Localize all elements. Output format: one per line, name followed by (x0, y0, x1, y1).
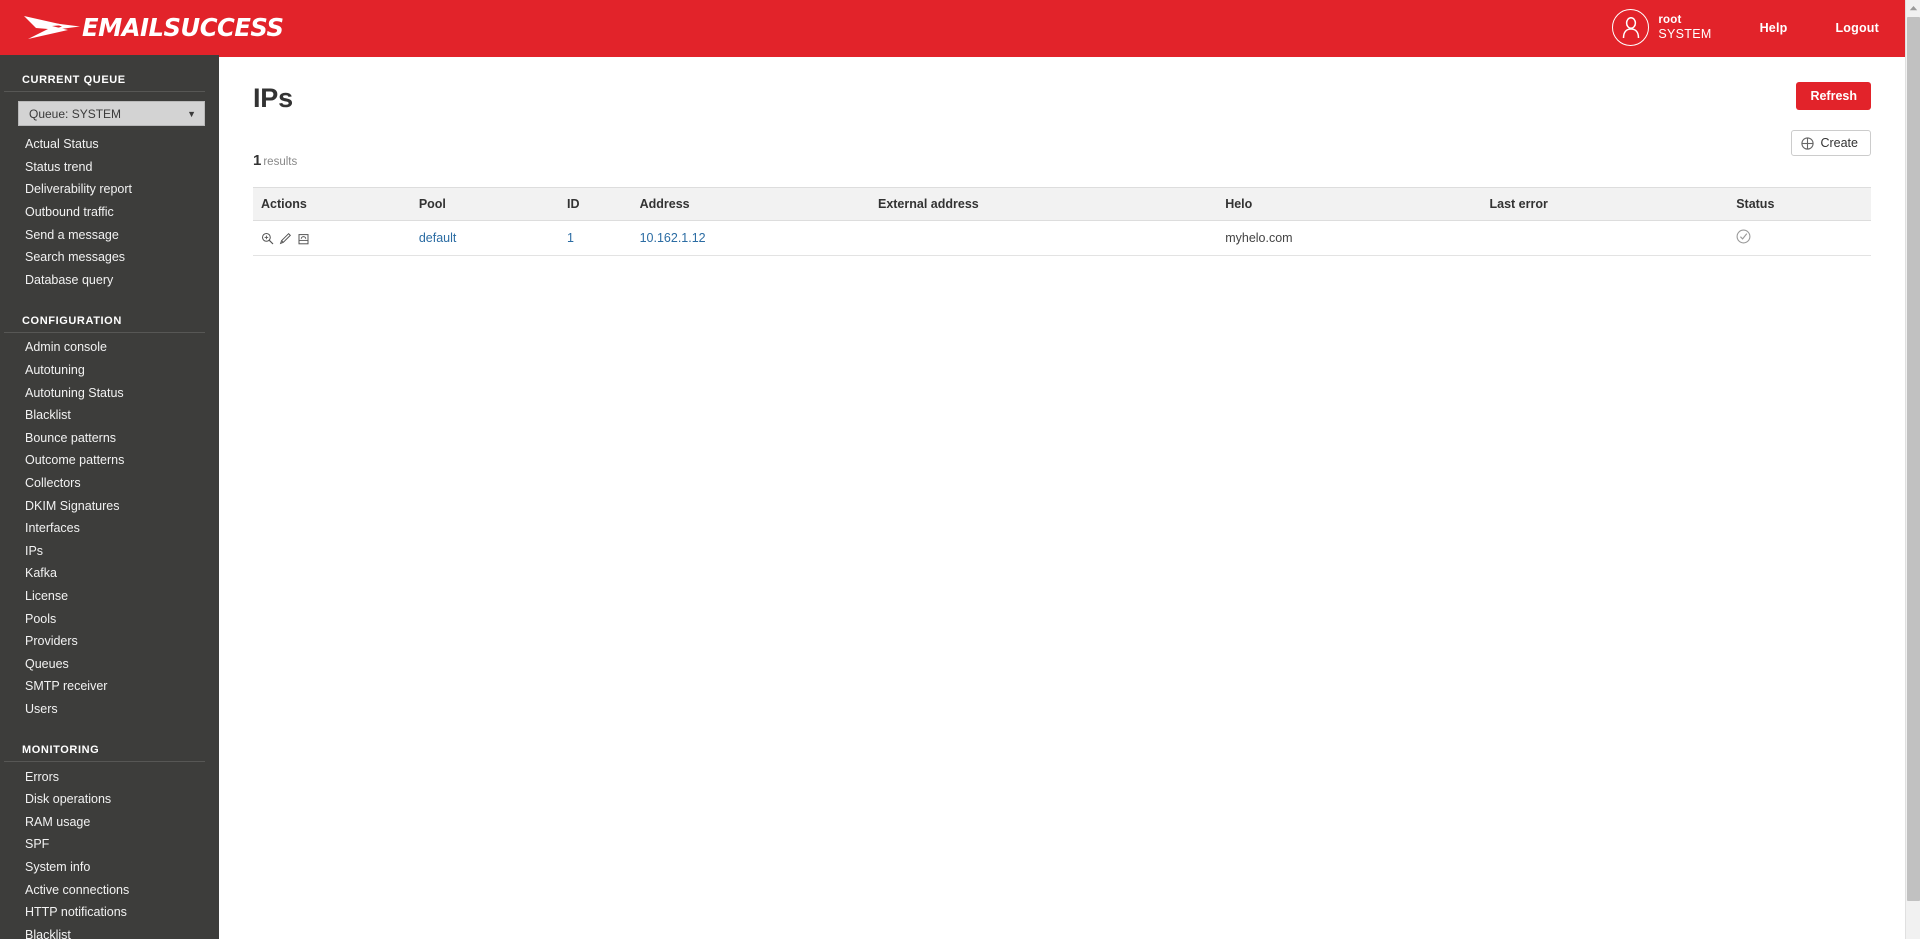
page-title: IPs (253, 83, 293, 113)
sidebar-item-dkim-signatures[interactable]: DKIM Signatures (0, 494, 219, 517)
sidebar-item-blacklist-monitoring[interactable]: Blacklist (0, 923, 219, 939)
sidebar-item-actual-status[interactable]: Actual Status (0, 133, 219, 156)
user-block[interactable]: root SYSTEM (1612, 9, 1711, 46)
sidebar-section-title-monitoring: MONITORING (4, 744, 205, 763)
table-body: default 1 10.162.1.12 myhelo.com (253, 220, 1871, 256)
help-link[interactable]: Help (1760, 21, 1788, 35)
top-header-bar: EMAILSUCCESS root SYSTEM Help Logout (0, 0, 1905, 55)
ips-table: Actions Pool ID Address External address… (253, 187, 1871, 256)
address-link[interactable]: 10.162.1.12 (640, 231, 706, 245)
pool-link[interactable]: default (419, 231, 457, 245)
brand-logo-text: EMAILSUCCESS (82, 13, 284, 42)
cell-address: 10.162.1.12 (639, 220, 878, 256)
cell-last-error (1489, 220, 1737, 256)
table-head: Actions Pool ID Address External address… (253, 187, 1871, 221)
sidebar-item-send-a-message[interactable]: Send a message (0, 223, 219, 246)
scrollbar-thumb[interactable] (1907, 17, 1920, 901)
column-header-id: ID (567, 187, 640, 221)
table-header-row: Actions Pool ID Address External address… (253, 187, 1871, 221)
sidebar-item-outbound-traffic[interactable]: Outbound traffic (0, 201, 219, 224)
user-silhouette-icon (1622, 17, 1640, 39)
sidebar-item-interfaces[interactable]: Interfaces (0, 517, 219, 540)
sidebar-item-errors[interactable]: Errors (0, 765, 219, 788)
page-scrollbar[interactable] (1905, 0, 1920, 939)
table-row: default 1 10.162.1.12 myhelo.com (253, 220, 1871, 256)
sidebar-item-kafka[interactable]: Kafka (0, 562, 219, 585)
id-link[interactable]: 1 (567, 231, 574, 245)
scroll-up-arrow-icon[interactable] (1906, 0, 1920, 16)
sidebar-item-autotuning[interactable]: Autotuning (0, 359, 219, 382)
cell-pool: default (418, 220, 568, 256)
sidebar-section-title-configuration: CONFIGURATION (4, 315, 205, 334)
sidebar-item-spf[interactable]: SPF (0, 833, 219, 856)
cell-external-address (877, 220, 1226, 256)
avatar (1612, 9, 1650, 46)
column-header-helo: Helo (1225, 187, 1490, 221)
queue-select[interactable]: Queue: SYSTEM ▼ (18, 101, 205, 126)
column-header-address: Address (639, 187, 878, 221)
arrow-swoosh-icon (24, 15, 80, 39)
brand-logo[interactable]: EMAILSUCCESS (22, 11, 290, 45)
results-count: 1 (253, 152, 262, 169)
sidebar-item-deliverability-report[interactable]: Deliverability report (0, 178, 219, 201)
sidebar-item-outcome-patterns[interactable]: Outcome patterns (0, 449, 219, 472)
cell-id: 1 (567, 220, 640, 256)
sidebar-item-queues[interactable]: Queues (0, 652, 219, 675)
user-realm: SYSTEM (1658, 26, 1712, 41)
sidebar-item-system-info[interactable]: System info (0, 856, 219, 879)
cell-helo: myhelo.com (1225, 220, 1490, 256)
chevron-down-icon: ▼ (187, 108, 196, 119)
queue-select-value: Queue: SYSTEM (29, 106, 122, 121)
sidebar: CURRENT QUEUE Queue: SYSTEM ▼ Actual Sta… (0, 55, 219, 939)
sidebar-item-providers[interactable]: Providers (0, 630, 219, 653)
sidebar-item-database-query[interactable]: Database query (0, 269, 219, 292)
sidebar-group-current-queue: Actual Status Status trend Deliverabilit… (0, 130, 219, 291)
edit-icon[interactable] (279, 232, 292, 245)
column-header-pool: Pool (418, 187, 568, 221)
sidebar-item-ram-usage[interactable]: RAM usage (0, 810, 219, 833)
column-header-external-address: External address (877, 187, 1226, 221)
sidebar-group-configuration: Admin console Autotuning Autotuning Stat… (0, 333, 219, 720)
sidebar-item-disk-operations[interactable]: Disk operations (0, 788, 219, 811)
sidebar-item-bounce-patterns[interactable]: Bounce patterns (0, 427, 219, 450)
sidebar-item-blacklist-config[interactable]: Blacklist (0, 404, 219, 427)
refresh-button[interactable]: Refresh (1796, 82, 1871, 110)
sidebar-item-status-trend[interactable]: Status trend (0, 156, 219, 179)
sidebar-item-smtp-receiver[interactable]: SMTP receiver (0, 675, 219, 698)
cell-status (1736, 220, 1871, 256)
delete-icon[interactable] (297, 232, 310, 245)
table-container: Actions Pool ID Address External address… (219, 170, 1905, 256)
sidebar-item-active-connections[interactable]: Active connections (0, 878, 219, 901)
sidebar-item-search-messages[interactable]: Search messages (0, 246, 219, 269)
column-header-status: Status (1736, 187, 1871, 221)
column-header-last-error: Last error (1489, 187, 1737, 221)
header-right-area: root SYSTEM Help Logout (1612, 9, 1905, 46)
sidebar-section-title-current-queue: CURRENT QUEUE (4, 74, 205, 92)
results-label: results (263, 156, 298, 168)
column-header-actions: Actions (253, 187, 419, 221)
sidebar-item-collectors[interactable]: Collectors (0, 472, 219, 495)
view-icon[interactable] (261, 232, 274, 245)
page-header: IPs Refresh Create (219, 57, 1905, 156)
sidebar-item-http-notifications[interactable]: HTTP notifications (0, 901, 219, 924)
plus-circle-icon (1801, 136, 1815, 150)
create-button[interactable]: Create (1791, 130, 1871, 156)
cell-actions (253, 220, 419, 256)
logout-link[interactable]: Logout (1835, 21, 1879, 35)
create-button-label: Create (1820, 136, 1858, 150)
user-name: root (1658, 14, 1682, 27)
sidebar-item-autotuning-status[interactable]: Autotuning Status (0, 381, 219, 404)
status-ok-check-icon (1736, 229, 1751, 247)
sidebar-item-users[interactable]: Users (0, 698, 219, 721)
sidebar-item-admin-console[interactable]: Admin console (0, 336, 219, 359)
results-summary: 1 results (219, 114, 1905, 170)
sidebar-item-ips[interactable]: IPs (0, 540, 219, 563)
sidebar-item-license[interactable]: License (0, 585, 219, 608)
user-identity: root SYSTEM (1658, 14, 1711, 41)
sidebar-item-pools[interactable]: Pools (0, 607, 219, 630)
sidebar-group-monitoring: Errors Disk operations RAM usage SPF Sys… (0, 762, 219, 939)
main-content: IPs Refresh Create 1 results Actions Pool… (219, 55, 1905, 939)
row-action-icons (261, 232, 419, 245)
